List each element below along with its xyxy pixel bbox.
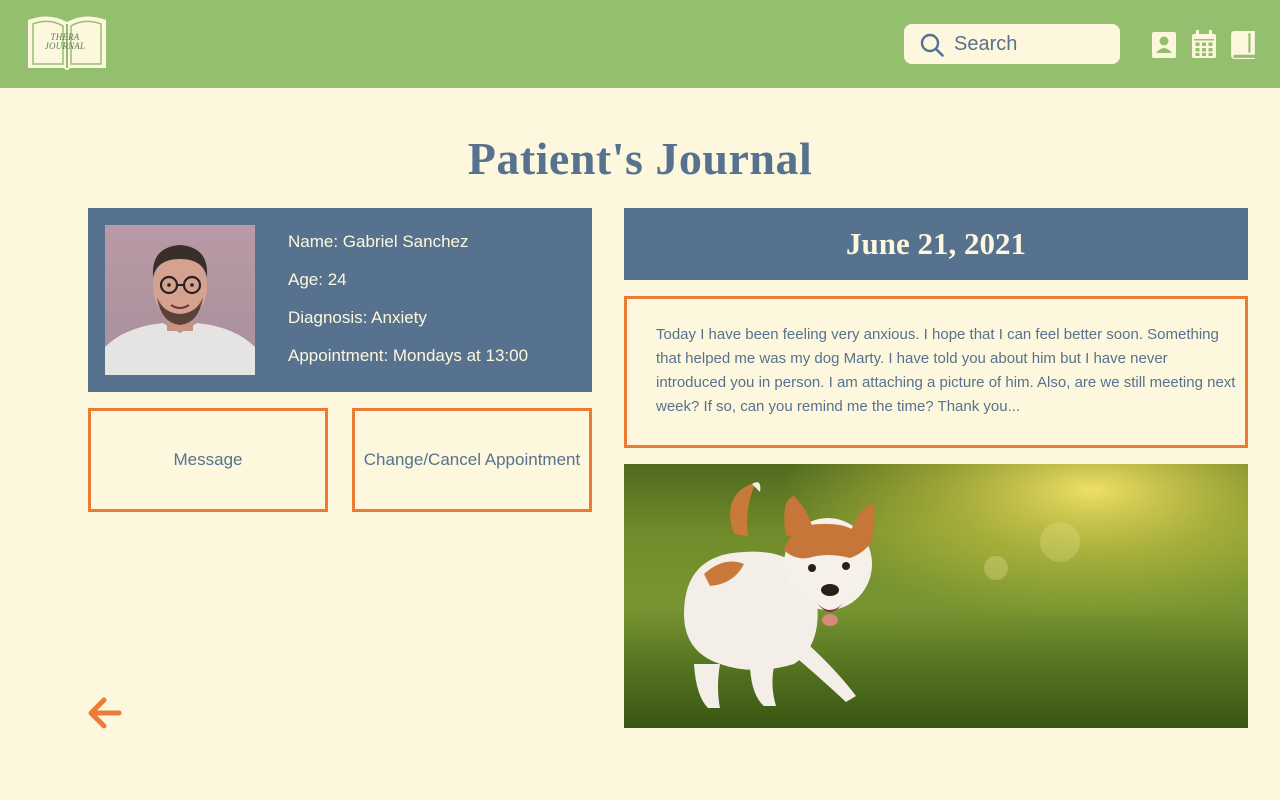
app-logo[interactable]: THERA JOURNAL (25, 14, 109, 74)
profile-icon[interactable] (1152, 31, 1176, 59)
back-arrow-icon[interactable] (86, 694, 124, 732)
patient-info-card: Name: Gabriel Sanchez Age: 24 Diagnosis:… (88, 208, 592, 392)
search-box[interactable] (904, 24, 1120, 64)
journal-entry-text: Today I have been feeling very anxious. … (624, 296, 1248, 448)
patient-diagnosis: Diagnosis: Anxiety (288, 308, 427, 327)
search-icon (920, 33, 944, 57)
top-nav-bar: THERA JOURNAL (0, 0, 1280, 88)
dog-image (624, 464, 1248, 728)
entry-date-banner: June 21, 2021 (624, 208, 1248, 280)
logo-text: THERA JOURNAL (44, 32, 86, 51)
book-icon[interactable] (1231, 31, 1255, 59)
patient-avatar (105, 225, 255, 375)
page-title: Patient's Journal (467, 133, 813, 184)
calendar-icon[interactable] (1192, 30, 1216, 58)
patient-photo (105, 245, 255, 375)
patient-age: Age: 24 (288, 270, 347, 289)
change-cancel-appointment-button[interactable]: Change/Cancel Appointment (352, 408, 592, 512)
attached-dog-photo (624, 464, 1248, 728)
message-button[interactable]: Message (88, 408, 328, 512)
search-input[interactable] (954, 24, 1114, 64)
patient-appointment: Appointment: Mondays at 13:00 (288, 346, 529, 365)
patient-name: Name: Gabriel Sanchez (288, 232, 469, 251)
